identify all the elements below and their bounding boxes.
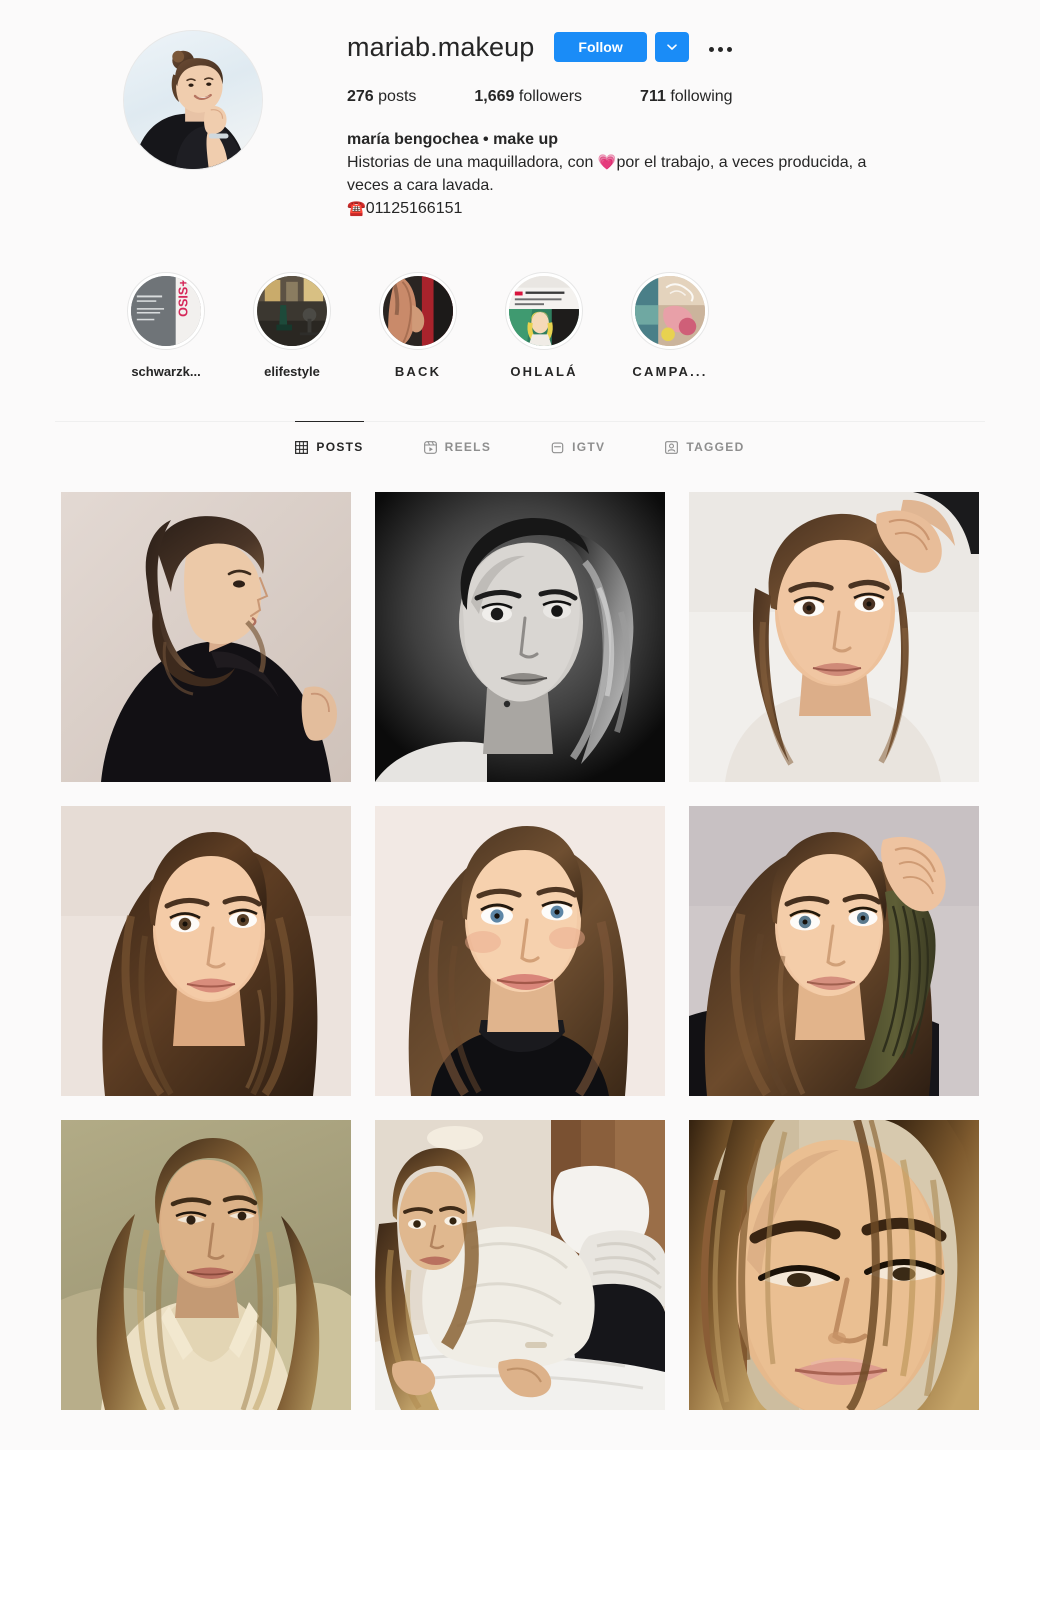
highlight-thumbnail: OSIS+ — [131, 276, 201, 346]
reels-icon — [423, 440, 437, 454]
bio-phone-number: 01125166151 — [365, 200, 463, 217]
following-label: following — [670, 88, 733, 105]
highlight-ring — [631, 272, 709, 350]
tab-reels[interactable]: REELS — [423, 421, 492, 470]
post-thumbnail[interactable] — [689, 1120, 979, 1410]
post-thumbnail[interactable] — [61, 1120, 351, 1410]
highlight-ring — [505, 272, 583, 350]
profile-tabs: POSTS REELS IGTV TAGGED — [55, 421, 985, 470]
heart-emoji-icon: 💗 — [597, 154, 617, 171]
stat-following[interactable]: 711 following — [640, 88, 733, 106]
options-button[interactable] — [705, 32, 737, 62]
post-thumbnail[interactable] — [61, 806, 351, 1096]
bio-display-name: maría bengochea • make up — [347, 131, 559, 148]
followers-count: 1,669 — [474, 88, 515, 105]
highlight-ring — [379, 272, 457, 350]
highlight-label: BACK — [394, 364, 442, 379]
post-thumbnail[interactable] — [61, 492, 351, 782]
posts-count: 276 — [347, 88, 374, 105]
avatar-container — [117, 18, 269, 170]
grid-icon — [295, 440, 309, 454]
bio-text-before: Historias de una maquilladora, con — [347, 154, 598, 171]
profile-content-container: mariab.makeup Follow 276 posts 1,669 fol… — [55, 0, 985, 1410]
highlight-thumbnail — [383, 276, 453, 346]
highlight-thumbnail — [257, 276, 327, 346]
ellipsis-icon — [707, 40, 734, 55]
profile-info: mariab.makeup Follow 276 posts 1,669 fol… — [269, 18, 985, 220]
avatar[interactable] — [123, 30, 263, 170]
highlight-thumbnail — [509, 276, 579, 346]
highlight-elifestyle[interactable]: elifestyle — [229, 272, 355, 379]
posts-label: posts — [378, 88, 417, 105]
post-thumbnail[interactable] — [375, 806, 665, 1096]
profile-stats: 276 posts 1,669 followers 711 following — [347, 88, 985, 106]
tab-label: IGTV — [572, 440, 606, 454]
highlight-label: elifestyle — [264, 364, 320, 379]
highlight-ring — [253, 272, 331, 350]
highlight-label: schwarzk... — [131, 364, 201, 379]
story-highlights: OSIS+ schwarzk... elifestyle BACK OHLALÁ… — [55, 272, 985, 379]
bio-phone-line: ☎️01125166151 — [347, 197, 909, 220]
followers-label: followers — [518, 88, 583, 105]
stat-followers[interactable]: 1,669 followers — [474, 88, 582, 106]
highlight-label: OHLALÁ — [510, 364, 578, 379]
tab-igtv[interactable]: IGTV — [551, 421, 605, 470]
stat-posts[interactable]: 276 posts — [347, 88, 416, 106]
tab-posts[interactable]: POSTS — [295, 421, 364, 470]
highlight-ring: OSIS+ — [127, 272, 205, 350]
username-row: mariab.makeup Follow — [347, 28, 985, 66]
profile-header: mariab.makeup Follow 276 posts 1,669 fol… — [55, 18, 985, 220]
telephone-emoji-icon: ☎️ — [347, 200, 366, 217]
igtv-icon — [551, 441, 564, 454]
post-thumbnail[interactable] — [689, 492, 979, 782]
following-count: 711 — [640, 88, 666, 105]
post-thumbnail[interactable] — [689, 806, 979, 1096]
tab-label: TAGGED — [686, 440, 745, 454]
tab-label: REELS — [444, 440, 492, 454]
highlight-thumbnail — [635, 276, 705, 346]
highlight-schwarzkopf[interactable]: OSIS+ schwarzk... — [103, 272, 229, 379]
highlight-back[interactable]: BACK — [355, 272, 481, 379]
follow-button[interactable]: Follow — [554, 32, 647, 62]
tagged-icon — [665, 440, 679, 454]
profile-bio: maría bengochea • make up Historias de u… — [347, 128, 909, 220]
chevron-down-icon — [665, 40, 679, 54]
page-title: mariab.makeup — [347, 32, 535, 62]
bio-description: Historias de una maquilladora, con 💗por … — [347, 151, 909, 197]
post-thumbnail[interactable] — [375, 492, 665, 782]
post-thumbnail[interactable] — [375, 1120, 665, 1410]
instagram-profile-page: mariab.makeup Follow 276 posts 1,669 fol… — [0, 0, 1040, 1600]
tab-tagged[interactable]: TAGGED — [665, 421, 744, 470]
tab-label: POSTS — [316, 440, 364, 454]
follow-dropdown-button[interactable] — [654, 32, 689, 62]
highlight-ohlala[interactable]: OHLALÁ — [481, 272, 607, 379]
highlight-campa[interactable]: CAMPA... — [607, 272, 733, 379]
svg-text:OSIS+: OSIS+ — [176, 279, 190, 317]
post-grid — [55, 492, 985, 1410]
highlight-label: CAMPA... — [632, 364, 708, 379]
